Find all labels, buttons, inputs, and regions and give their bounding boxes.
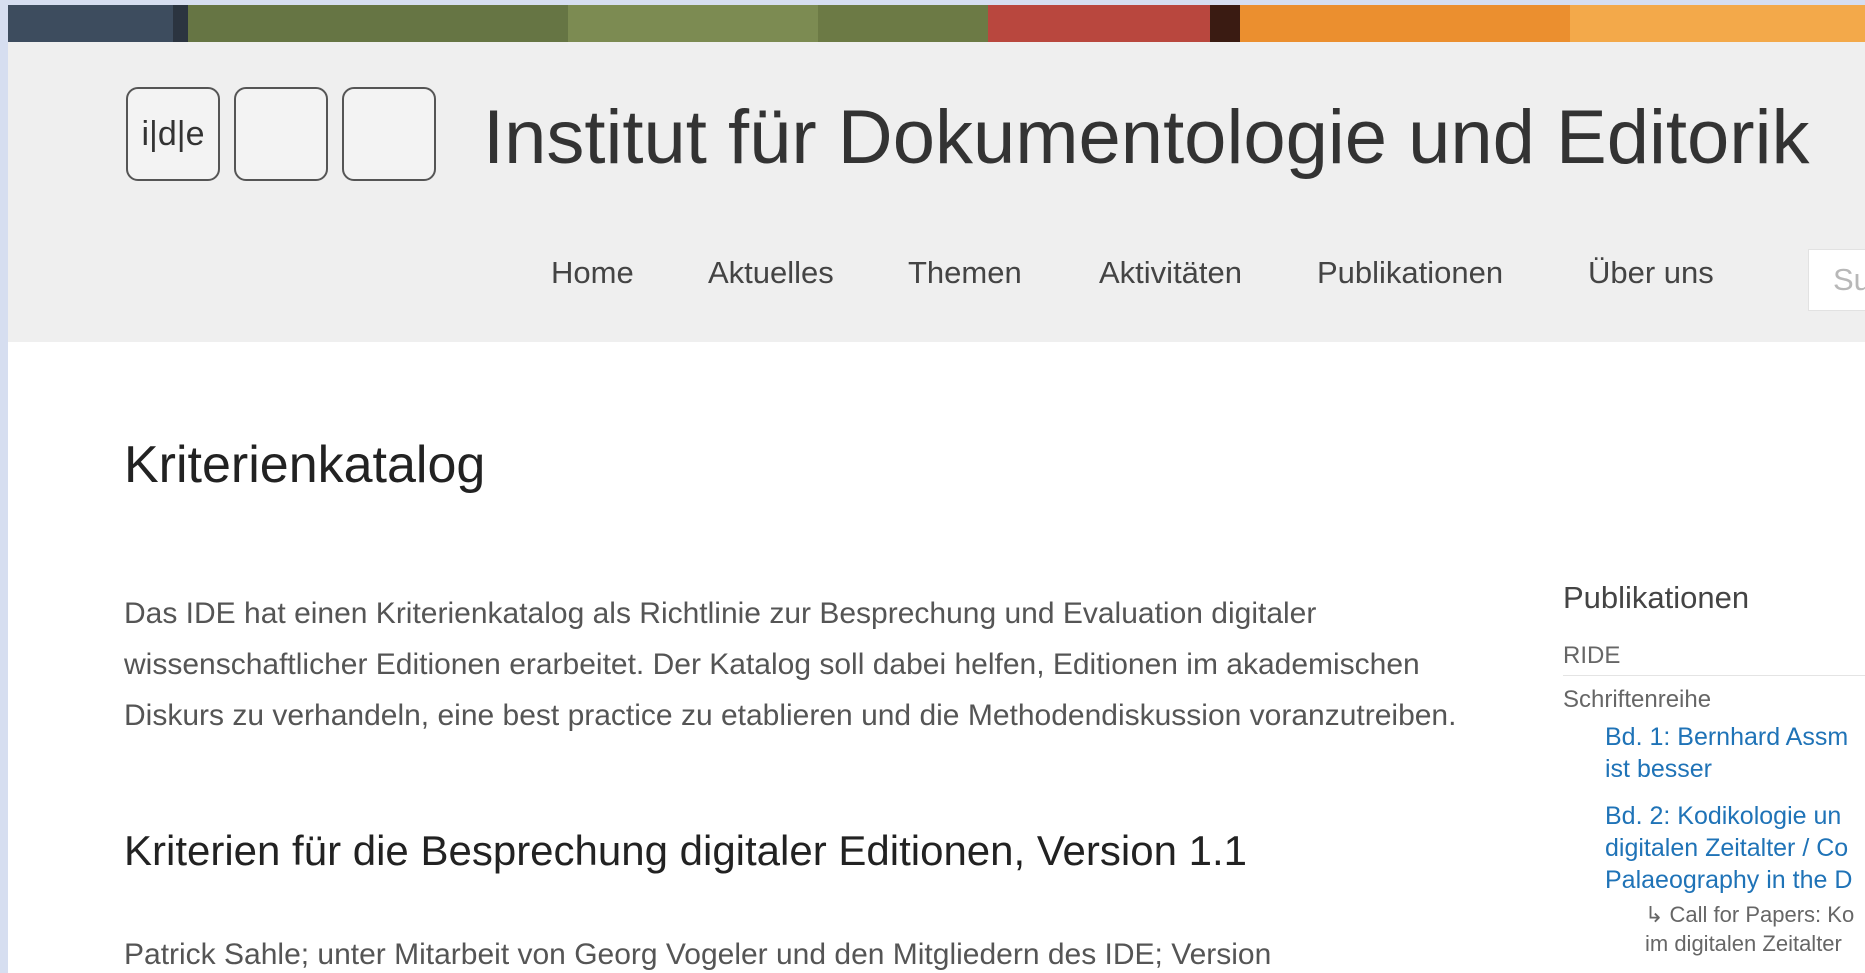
sidebar-title: Publikationen — [1563, 580, 1750, 615]
header-banner-image — [8, 5, 1865, 42]
logo-box-blank — [234, 87, 328, 181]
authors-line: Patrick Sahle; unter Mitarbeit von Georg… — [124, 938, 1272, 971]
site-header: i|d|e Institut für Dokumentologie und Ed… — [8, 42, 1865, 342]
link-bd1[interactable]: ist besser — [1605, 753, 1712, 785]
link-bd2[interactable]: digitalen Zeitalter / Co — [1605, 832, 1848, 864]
link-call-for-papers[interactable]: ↳ Call for Papers: Ko — [1645, 900, 1854, 930]
link-bd2[interactable]: Palaeography in the D — [1605, 864, 1852, 896]
nav-aktuelles[interactable]: Aktuelles — [708, 255, 834, 291]
nav-aktivitaeten[interactable]: Aktivitäten — [1099, 255, 1242, 291]
search-input[interactable] — [1808, 249, 1865, 311]
sidebar-item-schriftenreihe[interactable]: Schriftenreihe — [1563, 686, 1711, 714]
link-bd1[interactable]: Bd. 1: Bernhard Assm — [1605, 721, 1848, 753]
nav-ueber-uns[interactable]: Über uns — [1588, 255, 1714, 291]
logo-box-blank — [342, 87, 436, 181]
browser-page: i|d|e Institut für Dokumentologie und Ed… — [8, 5, 1865, 973]
nav-publikationen[interactable]: Publikationen — [1317, 255, 1503, 291]
nav-themen[interactable]: Themen — [908, 255, 1022, 291]
link-bd2[interactable]: Bd. 2: Kodikologie un — [1605, 800, 1841, 832]
sidebar-item-ride[interactable]: RIDE — [1563, 642, 1620, 670]
site-title[interactable]: Institut für Dokumentologie und Editorik — [483, 94, 1809, 181]
page-title: Kriterienkatalog — [124, 436, 486, 494]
nav-home[interactable]: Home — [551, 255, 634, 291]
divider — [1563, 675, 1865, 676]
ide-logo[interactable]: i|d|e — [126, 87, 436, 181]
logo-box-ide: i|d|e — [126, 87, 220, 181]
link-call-for-papers[interactable]: im digitalen Zeitalter — [1645, 929, 1842, 959]
intro-paragraph: Das IDE hat einen Kriterienkatalog als R… — [124, 597, 1457, 732]
section-heading: Kriterien für die Besprechung digitaler … — [124, 827, 1248, 874]
main-nav: Home Aktuelles Themen Aktivitäten Publik… — [8, 255, 1865, 305]
